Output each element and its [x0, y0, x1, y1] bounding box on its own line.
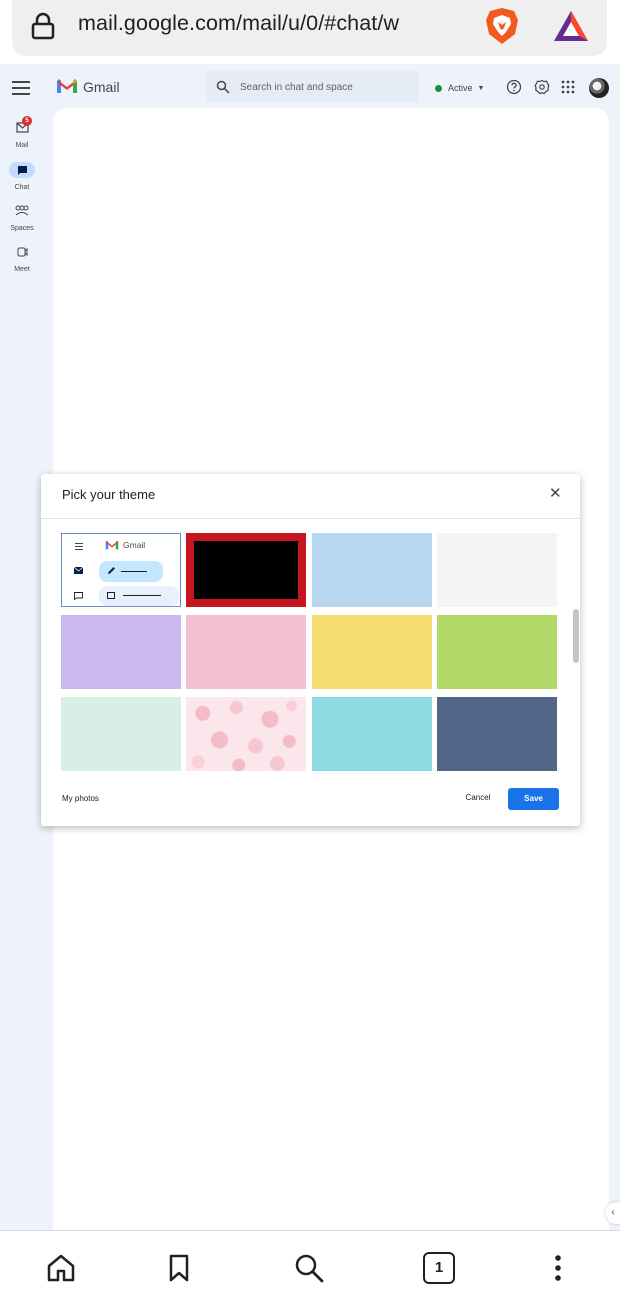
theme-tile-cyan[interactable]: [312, 697, 432, 771]
theme-tile-green[interactable]: [437, 615, 557, 689]
brave-shields-icon[interactable]: [484, 6, 520, 46]
main-menu-icon[interactable]: [12, 81, 30, 95]
preview-line: [121, 571, 147, 572]
row-preview: [99, 586, 179, 606]
more-options-icon[interactable]: [542, 1252, 574, 1284]
help-icon[interactable]: [506, 79, 522, 95]
status-selector[interactable]: Active ▼: [427, 78, 492, 98]
theme-tile-floral[interactable]: [186, 697, 306, 771]
brave-rewards-icon[interactable]: [552, 9, 590, 43]
theme-tile-default[interactable]: Gmail: [61, 533, 181, 607]
compose-preview: [99, 561, 163, 582]
rail-label-mail: Mail: [15, 142, 29, 149]
spaces-icon: [9, 203, 35, 219]
cancel-button[interactable]: Cancel: [451, 788, 505, 808]
browser-toolbar: mail.google.com/mail/u/0/#chat/w: [0, 0, 620, 64]
apps-grid-icon[interactable]: [560, 79, 576, 95]
chevron-left-icon[interactable]: ‹: [606, 1202, 620, 1224]
gear-icon[interactable]: [534, 79, 550, 95]
rail-item-meet[interactable]: Meet: [0, 244, 44, 273]
screen: mail.google.com/mail/u/0/#chat/w 5 Mail: [0, 0, 620, 1304]
mail-icon: 5: [9, 116, 35, 136]
preview-app-name: Gmail: [123, 540, 146, 550]
theme-grid: Gmail: [41, 524, 580, 774]
bookmark-icon[interactable]: [163, 1252, 195, 1284]
chat-icon: [9, 162, 35, 178]
rail-item-chat[interactable]: Chat: [0, 162, 44, 191]
search-input[interactable]: [240, 71, 410, 103]
search-box[interactable]: [206, 71, 419, 103]
theme-tile-light-blue[interactable]: [312, 533, 432, 607]
theme-tile-light-gray[interactable]: [437, 533, 557, 607]
my-photos-link[interactable]: My photos: [62, 794, 99, 803]
close-icon[interactable]: ✕: [549, 486, 562, 502]
dialog-divider: [41, 518, 580, 519]
app-name: Gmail: [83, 79, 120, 95]
navigation-rail: 5 Mail Chat Spaces Meet: [0, 64, 44, 1230]
home-icon[interactable]: [45, 1252, 77, 1284]
rail-item-mail[interactable]: 5 Mail: [0, 116, 44, 149]
lock-icon: [31, 12, 55, 40]
tabs-button[interactable]: 1: [423, 1252, 455, 1284]
dialog-title: Pick your theme: [62, 487, 156, 502]
browser-bottom-bar: 1: [0, 1230, 620, 1304]
rail-label-chat: Chat: [14, 184, 30, 191]
checkbox-icon: [107, 592, 115, 599]
theme-tile-black[interactable]: [186, 533, 306, 607]
theme-tile-yellow[interactable]: [312, 615, 432, 689]
save-button[interactable]: Save: [508, 788, 559, 810]
status-dot: [435, 84, 442, 92]
mail-icon: [74, 567, 83, 574]
gmail-logo-icon: [105, 540, 119, 550]
theme-tile-mint[interactable]: [61, 697, 181, 771]
preview-line: [123, 595, 161, 596]
rail-label-spaces: Spaces: [10, 225, 34, 232]
search-icon[interactable]: [216, 80, 230, 94]
rail-label-meet: Meet: [14, 266, 30, 273]
gmail-logo-icon[interactable]: [56, 78, 78, 94]
theme-grid-scrollbar[interactable]: [573, 609, 579, 663]
unread-badge: 5: [22, 116, 32, 126]
search-icon[interactable]: [293, 1252, 325, 1284]
account-avatar[interactable]: [589, 78, 609, 98]
chat-icon: [74, 592, 83, 600]
url-text: mail.google.com/mail/u/0/#chat/w: [78, 11, 400, 35]
rail-item-spaces[interactable]: Spaces: [0, 203, 44, 232]
menu-icon: [75, 543, 83, 552]
app-header: Gmail Active ▼: [44, 64, 620, 108]
theme-dialog: Pick your theme ✕ Gmail My photos Cancel…: [41, 474, 580, 826]
status-label: Active: [448, 83, 473, 93]
video-camera-icon: [9, 244, 35, 260]
theme-tile-pink[interactable]: [186, 615, 306, 689]
caret-down-icon: ▼: [477, 84, 485, 92]
theme-tile-slate[interactable]: [437, 697, 557, 771]
theme-tile-lavender[interactable]: [61, 615, 181, 689]
pencil-icon: [108, 567, 115, 574]
